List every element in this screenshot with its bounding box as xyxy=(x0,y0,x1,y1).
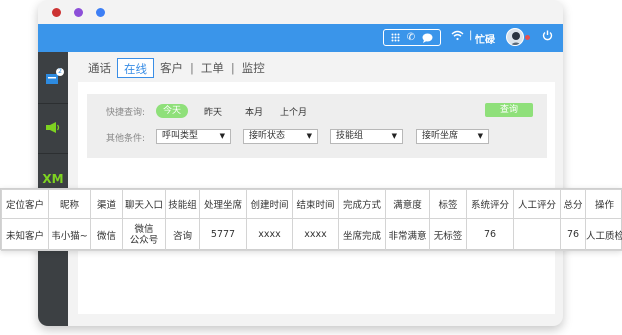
cell-total-score: 76 xyxy=(560,218,586,251)
chevron-down-icon: ▼ xyxy=(306,132,312,140)
column-header: 操作 xyxy=(585,189,622,219)
app-window: ✆ | 忙碌 2 XM 通话 在线 客户 | 工单 | 监控 快捷查询: 今天 … xyxy=(38,0,563,326)
answer-status-select-value: 接听状态 xyxy=(249,131,286,141)
tab-bar: 通话 在线 客户 | 工单 | 监控 xyxy=(82,56,271,80)
other-conditions-label: 其他条件: xyxy=(106,134,146,144)
column-header: 昵称 xyxy=(48,189,91,219)
agent-status-label[interactable]: 忙碌 xyxy=(475,31,495,46)
skill-group-select[interactable]: 技能组 ▼ xyxy=(330,129,403,144)
call-type-select-value: 呼叫类型 xyxy=(162,131,199,141)
tab-monitor[interactable]: 监控 xyxy=(236,58,271,78)
column-header: 满意度 xyxy=(385,189,430,219)
minimize-window-button[interactable] xyxy=(74,8,83,17)
chevron-down-icon: ▼ xyxy=(391,132,397,140)
cell-customer[interactable]: 未知客户 xyxy=(1,218,49,251)
answering-agent-select-value: 接听坐席 xyxy=(422,131,459,141)
status-dot xyxy=(525,35,530,40)
skill-group-select-value: 技能组 xyxy=(336,131,364,141)
tab-tickets[interactable]: 工单 xyxy=(195,58,230,78)
megaphone-icon xyxy=(45,121,61,137)
quick-option-last-month[interactable]: 上个月 xyxy=(280,105,307,118)
cell-created-time: xxxx xyxy=(246,218,293,251)
chat-window-icon: 2 xyxy=(46,67,64,85)
cell-channel: 微信 xyxy=(90,218,123,251)
cell-chat-entry: 微信 公众号 xyxy=(122,218,166,251)
maximize-window-button[interactable] xyxy=(96,8,105,17)
cell-agent: 5777 xyxy=(199,218,247,251)
column-header: 系统评分 xyxy=(466,189,514,219)
cell-system-score: 76 xyxy=(466,218,514,251)
column-header: 技能组 xyxy=(165,189,200,219)
table-header-row: 定位客户 昵称 渠道 聊天入口 技能组 处理坐席 创建时间 结束时间 完成方式 … xyxy=(1,189,622,219)
cell-skill-group: 咨询 xyxy=(165,218,200,251)
cell-nickname: 韦小猫~ xyxy=(48,218,91,251)
phone-icon[interactable]: ✆ xyxy=(407,32,415,43)
cell-manual-score xyxy=(513,218,561,251)
column-header: 聊天入口 xyxy=(122,189,166,219)
tab-customers[interactable]: 客户 xyxy=(154,58,189,78)
column-header: 结束时间 xyxy=(292,189,339,219)
quick-query-label: 快捷查询: xyxy=(106,108,146,118)
table-row[interactable]: 未知客户 韦小猫~ 微信 微信 公众号 咨询 5777 xxxx xxxx 坐席… xyxy=(1,218,622,251)
tab-online[interactable]: 在线 xyxy=(117,58,154,78)
top-toolbar: ✆ | 忙碌 xyxy=(38,24,563,52)
unread-badge: 2 xyxy=(56,67,64,76)
filter-panel: 快捷查询: 今天 昨天 本月 上个月 查询 其他条件: 呼叫类型 ▼ 接听状态 ▼ … xyxy=(87,94,547,158)
power-icon[interactable] xyxy=(542,30,553,41)
avatar[interactable] xyxy=(506,28,524,46)
dialpad-icon[interactable] xyxy=(391,33,400,42)
cell-tags: 无标签 xyxy=(429,218,467,251)
title-bar xyxy=(38,0,563,24)
quick-option-this-month[interactable]: 本月 xyxy=(245,105,263,118)
xm-logo-icon: XM xyxy=(42,172,64,186)
quick-option-today[interactable]: 今天 xyxy=(156,104,188,118)
sidebar-item-announcement[interactable] xyxy=(38,104,68,154)
chevron-down-icon: ▼ xyxy=(219,132,225,140)
column-header: 创建时间 xyxy=(246,189,293,219)
answer-status-select[interactable]: 接听状态 ▼ xyxy=(243,129,318,144)
manual-qa-link[interactable]: 人工质检 xyxy=(585,218,622,251)
status-separator: | xyxy=(469,30,473,41)
column-header: 人工评分 xyxy=(513,189,561,219)
quick-option-yesterday[interactable]: 昨天 xyxy=(204,105,222,118)
cell-completion: 坐席完成 xyxy=(338,218,386,251)
answering-agent-select[interactable]: 接听坐席 ▼ xyxy=(416,129,489,144)
chat-bubble-icon[interactable] xyxy=(422,33,433,43)
column-header: 处理坐席 xyxy=(199,189,247,219)
column-header: 渠道 xyxy=(90,189,123,219)
cell-end-time: xxxx xyxy=(292,218,339,251)
query-button[interactable]: 查询 xyxy=(485,103,533,117)
cell-satisfaction: 非常满意 xyxy=(385,218,430,251)
chevron-down-icon: ▼ xyxy=(477,132,483,140)
records-table: 定位客户 昵称 渠道 聊天入口 技能组 处理坐席 创建时间 结束时间 完成方式 … xyxy=(0,188,622,251)
call-controls-group: ✆ xyxy=(383,29,441,46)
column-header: 完成方式 xyxy=(338,189,386,219)
wifi-icon xyxy=(451,30,464,41)
close-window-button[interactable] xyxy=(52,8,61,17)
call-type-select[interactable]: 呼叫类型 ▼ xyxy=(156,129,231,144)
column-header: 定位客户 xyxy=(1,189,49,219)
column-header: 标签 xyxy=(429,189,467,219)
tab-calls[interactable]: 通话 xyxy=(82,58,117,78)
column-header: 总分 xyxy=(560,189,586,219)
sidebar-item-chat[interactable]: 2 xyxy=(38,54,68,104)
